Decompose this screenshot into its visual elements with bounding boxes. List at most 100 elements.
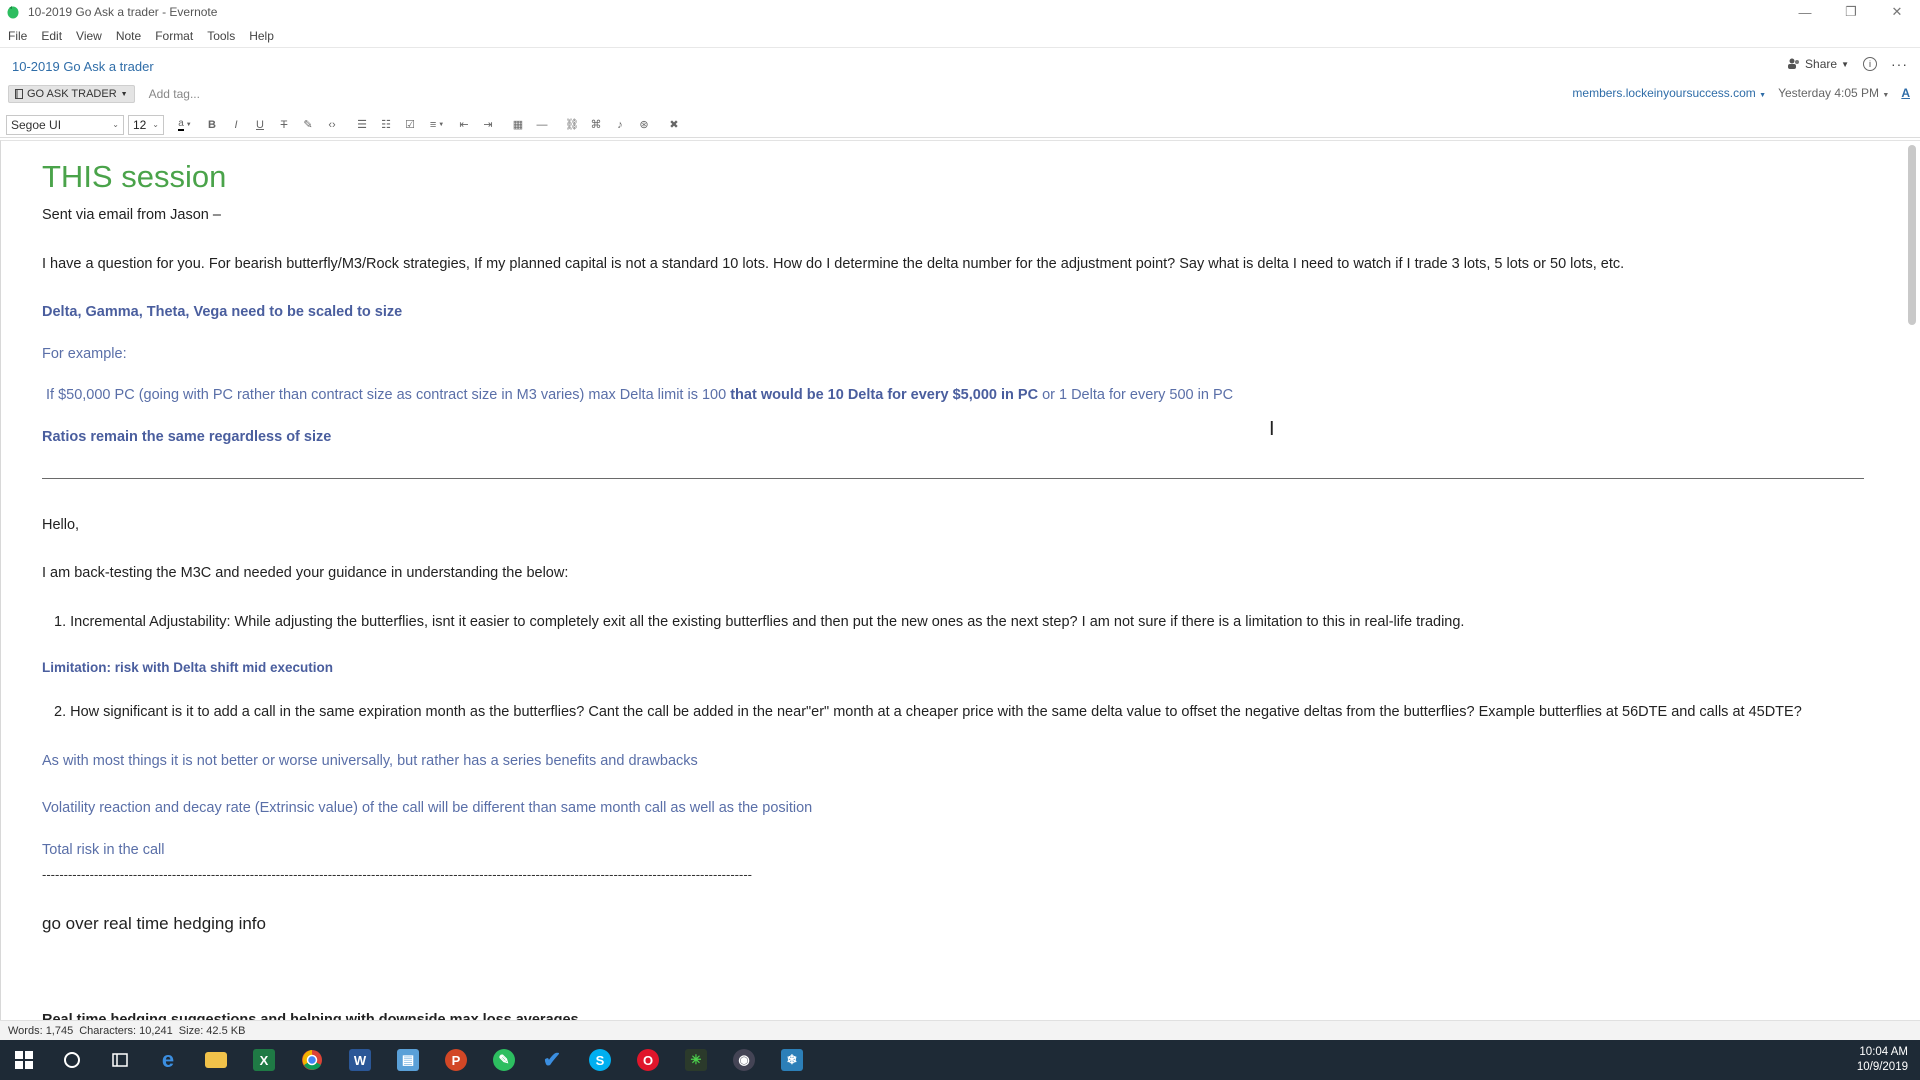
taskbar: e X W ▤ P ✎ ✔ S O ✳ ◉ ❄ 10:04 AM 10/9/20…	[0, 1040, 1920, 1080]
font-size-select[interactable]: 12 ⌄	[128, 114, 164, 135]
font-size-value: 12	[133, 117, 147, 132]
chevron-down-icon: ▼	[185, 121, 192, 128]
link-button[interactable]: ⛓	[560, 115, 584, 135]
task-view-button[interactable]	[96, 1040, 144, 1080]
body-line: go over real time hedging info	[42, 914, 266, 933]
text-color-button[interactable]: a ▼	[170, 115, 200, 135]
menu-file[interactable]: File	[8, 29, 27, 43]
highlighter-icon: ✎	[303, 119, 313, 131]
taskbar-snow-app[interactable]: ❄	[768, 1040, 816, 1080]
body-line: Real time hedging suggestions and helpin…	[42, 1012, 579, 1020]
menu-note[interactable]: Note	[116, 29, 141, 43]
highlight-button[interactable]: ✎	[296, 115, 320, 135]
record-audio-button[interactable]: ♪	[608, 115, 632, 135]
start-button[interactable]	[0, 1040, 48, 1080]
list-item: 2. How significant is it to add a call i…	[54, 704, 1802, 720]
clear-formatting-button[interactable]: ✖	[662, 115, 686, 135]
note-header: 10-2019 Go Ask a trader Share ▼ i ···	[0, 52, 1920, 80]
numbered-list-button[interactable]: ☷	[374, 115, 398, 135]
bold-button[interactable]: B	[200, 115, 224, 135]
taskbar-file-explorer[interactable]	[192, 1040, 240, 1080]
minimize-button[interactable]: —	[1782, 0, 1828, 24]
menu-tools[interactable]: Tools	[207, 29, 235, 43]
align-button[interactable]: ≡ ▼	[422, 115, 452, 135]
strikethrough-button[interactable]: T	[272, 115, 296, 135]
scroll-thumb[interactable]	[1908, 145, 1916, 325]
outdent-icon: ⇤	[459, 119, 469, 131]
windows-logo-icon	[15, 1051, 33, 1069]
body-answer: Ratios remain the same regardless of siz…	[42, 429, 332, 445]
encrypt-button[interactable]: ⊛	[632, 115, 656, 135]
clock-time: 10:04 AM	[1859, 1046, 1908, 1058]
updated-time[interactable]: Yesterday 4:05 PM ▼	[1778, 86, 1889, 100]
note-size: Size: 42.5 KB	[178, 1024, 246, 1037]
more-options-icon[interactable]: ···	[1891, 56, 1908, 72]
italic-icon: I	[234, 118, 238, 131]
table-button[interactable]: ▦	[506, 115, 530, 135]
taskbar-skype[interactable]: S	[576, 1040, 624, 1080]
font-family-select[interactable]: Segoe UI ⌄	[6, 114, 124, 135]
info-icon[interactable]: i	[1863, 57, 1877, 71]
note-title[interactable]: 10-2019 Go Ask a trader	[12, 59, 154, 74]
folder-icon	[205, 1052, 227, 1068]
body-answer: If $50,000 PC (going with PC rather than…	[46, 387, 1233, 403]
close-button[interactable]: ✕	[1874, 0, 1920, 24]
menu-bar: File Edit View Note Format Tools Help	[0, 24, 1920, 48]
attachment-button[interactable]: ⌘	[584, 115, 608, 135]
share-button[interactable]: Share ▼	[1787, 57, 1849, 71]
font-color-a-icon[interactable]: A	[1901, 86, 1910, 100]
taskbar-powerpoint[interactable]: P	[432, 1040, 480, 1080]
note-editor[interactable]: THIS session Sent via email from Jason –…	[0, 140, 1920, 1020]
window-title: 10-2019 Go Ask a trader - Evernote	[28, 5, 218, 19]
add-tag-input[interactable]: Add tag...	[149, 87, 200, 101]
menu-edit[interactable]: Edit	[41, 29, 62, 43]
share-label: Share	[1805, 57, 1838, 71]
trading-chart-icon: ✳	[685, 1049, 707, 1071]
taskbar-word[interactable]: W	[336, 1040, 384, 1080]
horizontal-rule-button[interactable]: —	[530, 115, 554, 135]
system-clock[interactable]: 10:04 AM 10/9/2019	[1857, 1045, 1908, 1075]
word-count: Words: 1,745	[8, 1024, 74, 1037]
horizontal-rule-icon: —	[536, 118, 548, 131]
restore-button[interactable]: ❐	[1828, 0, 1874, 24]
indent-button[interactable]: ⇥	[476, 115, 500, 135]
code-icon: ‹›	[328, 118, 336, 131]
menu-help[interactable]: Help	[249, 29, 274, 43]
notebook-selector[interactable]: GO ASK TRADER ▼	[8, 85, 135, 103]
search-button[interactable]	[48, 1040, 96, 1080]
bullet-list-button[interactable]: ☰	[350, 115, 374, 135]
italic-button[interactable]: I	[224, 115, 248, 135]
menu-format[interactable]: Format	[155, 29, 193, 43]
taskbar-edge[interactable]: e	[144, 1040, 192, 1080]
body-line: I am back-testing the M3C and needed you…	[42, 565, 569, 581]
source-url-link[interactable]: members.lockeinyoursuccess.com ▼	[1572, 86, 1766, 100]
notebook-icon	[15, 89, 23, 99]
taskbar-chrome[interactable]	[288, 1040, 336, 1080]
outdent-button[interactable]: ⇤	[452, 115, 476, 135]
body-answer: Volatility reaction and decay rate (Extr…	[42, 800, 813, 816]
taskbar-camera-app[interactable]: ◉	[720, 1040, 768, 1080]
body-answer: For example:	[42, 346, 127, 362]
text-color-icon: a	[178, 118, 184, 131]
taskbar-opera[interactable]: O	[624, 1040, 672, 1080]
taskbar-evernote[interactable]: ✎	[480, 1040, 528, 1080]
checkbox-button[interactable]: ☑	[398, 115, 422, 135]
table-icon: ▦	[512, 119, 524, 131]
numbered-list-icon: ☷	[381, 119, 391, 131]
taskbar-todo[interactable]: ✔	[528, 1040, 576, 1080]
checkbox-icon: ☑	[405, 119, 415, 131]
menu-view[interactable]: View	[76, 29, 102, 43]
updated-time-text: Yesterday 4:05 PM	[1778, 86, 1880, 100]
body-answer: Limitation: risk with Delta shift mid ex…	[42, 660, 334, 675]
cortana-search-icon	[64, 1052, 80, 1068]
font-family-value: Segoe UI	[11, 117, 62, 132]
taskbar-excel[interactable]: X	[240, 1040, 288, 1080]
answer-part: If $50,000 PC (going with PC rather than…	[46, 387, 731, 403]
scrollbar[interactable]	[1908, 141, 1916, 1020]
note-heading: THIS session	[42, 159, 227, 194]
underline-button[interactable]: U	[248, 115, 272, 135]
taskbar-trading-app[interactable]: ✳	[672, 1040, 720, 1080]
taskbar-notepad[interactable]: ▤	[384, 1040, 432, 1080]
code-button[interactable]: ‹›	[320, 115, 344, 135]
status-bar: Words: 1,745 Characters: 10,241 Size: 42…	[0, 1020, 1920, 1040]
